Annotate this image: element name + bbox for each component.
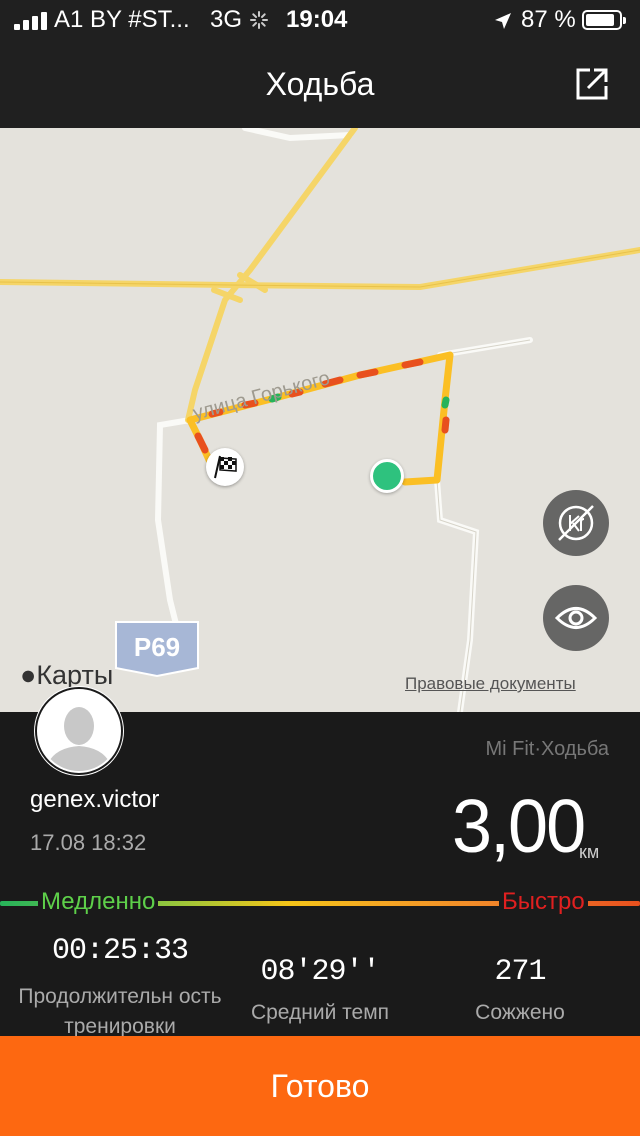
avg-pace-value: 08'29'' <box>260 955 380 989</box>
network-label: 3G <box>210 6 243 33</box>
page-title: Ходьба <box>265 66 375 102</box>
hide-pace-icon <box>558 505 594 541</box>
distance-unit: км <box>579 842 600 862</box>
calories-value: 271 <box>494 955 546 989</box>
signal-icon <box>14 12 48 30</box>
duration-value: 00:25:33 <box>51 934 189 968</box>
avatar[interactable] <box>34 686 124 776</box>
avg-pace-label: Средний темп <box>250 1001 390 1024</box>
battery-icon <box>582 10 626 30</box>
loading-icon <box>250 11 268 29</box>
share-icon[interactable] <box>572 64 612 104</box>
route-map[interactable]: улица Горького Р69 ●Карты Правовые докум… <box>0 128 640 712</box>
svg-text:Р69: Р69 <box>134 632 180 662</box>
username: genex.victor <box>30 786 160 813</box>
nav-bar: Ходьба <box>0 40 640 128</box>
slow-label: Медленно <box>38 888 159 916</box>
calories-label: Сожжено <box>475 1001 565 1024</box>
battery-percent: 87 % <box>521 6 576 33</box>
done-button[interactable]: Готово <box>0 1036 640 1136</box>
status-bar: A1 BY #ST... 3G 19:04 87 % <box>0 0 640 40</box>
workout-source: Mi Fit·Ходьба <box>485 738 609 760</box>
distance-value: 3,00 <box>452 785 586 869</box>
eye-icon <box>554 607 598 629</box>
finish-flag-icon <box>206 448 244 486</box>
legal-link[interactable]: Правовые документы <box>405 674 576 694</box>
duration-label: Продолжительн ость тренировки <box>18 985 222 1036</box>
clock-label: 19:04 <box>286 6 348 33</box>
street-label: улица Горького <box>191 367 333 425</box>
location-arrow-icon <box>495 13 511 29</box>
workout-datetime: 17.08 18:32 <box>30 830 147 855</box>
fast-label: Быстро <box>499 888 588 916</box>
carrier-label: A1 BY #ST... <box>54 6 190 33</box>
start-point-marker <box>370 459 404 493</box>
road-badge: Р69 <box>115 621 199 678</box>
hide-pace-button[interactable] <box>543 490 609 556</box>
view-toggle-button[interactable] <box>543 585 609 651</box>
